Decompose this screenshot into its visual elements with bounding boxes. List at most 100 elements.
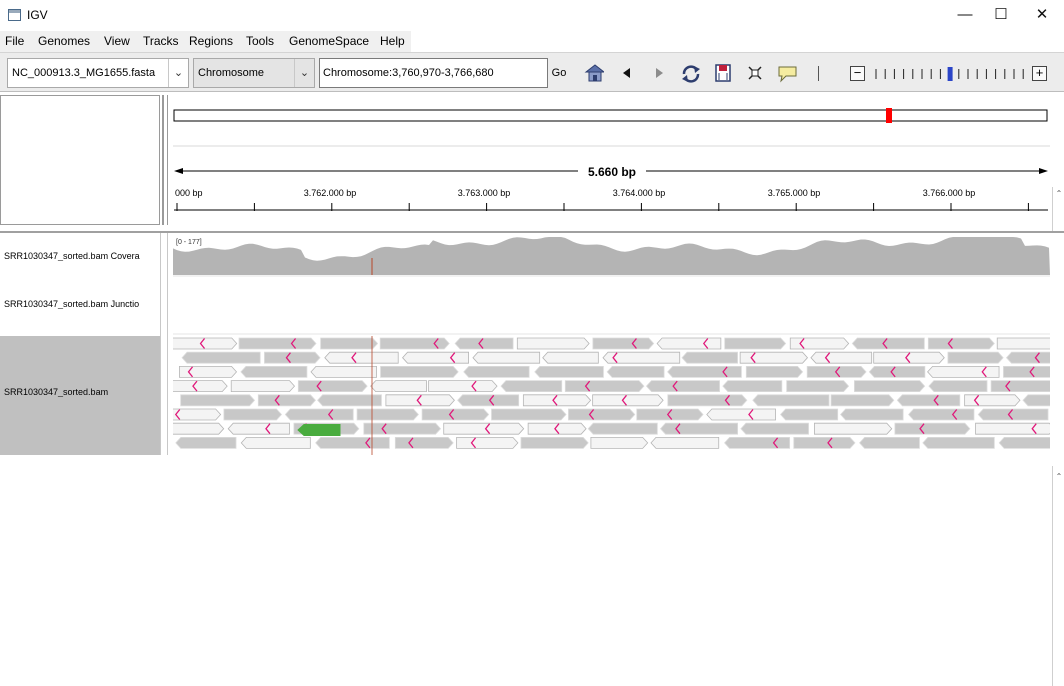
alignment-read[interactable] bbox=[681, 351, 738, 364]
alignment-read[interactable] bbox=[457, 394, 520, 407]
alignment-read[interactable] bbox=[380, 366, 459, 378]
chromosome-dropdown[interactable]: Chromosome ⌄ bbox=[193, 58, 315, 88]
alignment-read[interactable] bbox=[173, 408, 222, 421]
alignment-read[interactable] bbox=[645, 380, 720, 392]
scroll-up-icon[interactable]: ⌃ bbox=[1054, 189, 1064, 198]
alignment-read[interactable] bbox=[786, 380, 850, 392]
popup-icon[interactable] bbox=[777, 64, 797, 84]
alignment-read[interactable] bbox=[656, 337, 722, 350]
alignment-read[interactable] bbox=[238, 337, 317, 350]
alignment-read[interactable] bbox=[564, 380, 645, 392]
alignment-read[interactable] bbox=[443, 422, 525, 435]
alignment-read[interactable] bbox=[257, 394, 316, 407]
alignment-read[interactable] bbox=[310, 366, 377, 378]
alignment-read[interactable] bbox=[667, 366, 742, 378]
selected-read[interactable] bbox=[297, 424, 341, 436]
alignment-read[interactable] bbox=[542, 351, 599, 364]
alignment-read[interactable] bbox=[363, 422, 442, 435]
alignment-read[interactable] bbox=[814, 422, 893, 435]
alignment-read[interactable] bbox=[745, 366, 804, 378]
panel-divider[interactable] bbox=[162, 95, 164, 225]
alignment-read[interactable] bbox=[284, 408, 354, 421]
menu-tools[interactable]: Tools bbox=[246, 34, 274, 48]
refresh-icon[interactable] bbox=[680, 63, 700, 83]
alignment-read[interactable] bbox=[428, 380, 498, 392]
scroll-up-icon[interactable]: ⌃ bbox=[1054, 472, 1064, 481]
zoom-slider-thumb[interactable] bbox=[947, 67, 953, 81]
menu-file[interactable]: File bbox=[5, 34, 24, 48]
alignment-read[interactable] bbox=[636, 408, 704, 421]
alignment-read[interactable] bbox=[500, 380, 563, 392]
alignment-read[interactable] bbox=[724, 437, 791, 449]
alignment-read[interactable] bbox=[927, 366, 1000, 378]
alignment-read[interactable] bbox=[606, 366, 665, 378]
alignment-read[interactable] bbox=[264, 351, 321, 364]
alignment-read[interactable] bbox=[706, 408, 776, 421]
chromosome-ideogram[interactable] bbox=[173, 109, 1048, 122]
alignment-read[interactable] bbox=[590, 437, 649, 449]
alignment-read[interactable] bbox=[739, 351, 809, 364]
alignment-read[interactable] bbox=[472, 351, 541, 364]
alignment-read[interactable] bbox=[175, 437, 237, 449]
junction-track-name[interactable]: SRR1030347_sorted.bam Junctio bbox=[4, 299, 160, 309]
roi-icon[interactable] bbox=[714, 63, 734, 83]
alignment-read[interactable] bbox=[752, 394, 830, 407]
alignment-read[interactable] bbox=[854, 380, 926, 392]
minimize-button[interactable]: — bbox=[950, 4, 980, 26]
alignment-read[interactable] bbox=[173, 422, 225, 435]
alignment-read[interactable] bbox=[602, 351, 681, 364]
alignment-read[interactable] bbox=[840, 408, 904, 421]
back-icon[interactable] bbox=[620, 64, 640, 84]
menu-regions[interactable]: Regions bbox=[189, 34, 233, 48]
zoom-slider[interactable] bbox=[873, 67, 1028, 81]
alignment-read[interactable] bbox=[320, 337, 379, 350]
alignment-read[interactable] bbox=[522, 394, 592, 407]
alignment-read[interactable] bbox=[928, 380, 988, 392]
alignment-read[interactable] bbox=[223, 408, 283, 421]
alignment-read[interactable] bbox=[1003, 366, 1050, 378]
zoom-in-button[interactable]: + bbox=[1032, 66, 1047, 81]
alignment-read[interactable] bbox=[230, 380, 296, 392]
coverage-track-name[interactable]: SRR1030347_sorted.bam Covera bbox=[4, 251, 160, 261]
alignment-read[interactable] bbox=[181, 351, 261, 364]
alignment-read[interactable] bbox=[456, 437, 519, 449]
alignment-read[interactable] bbox=[740, 422, 809, 435]
alignment-read[interactable] bbox=[1005, 351, 1050, 364]
alignment-read[interactable] bbox=[964, 394, 1021, 407]
alignment-read[interactable] bbox=[173, 380, 228, 392]
menu-view[interactable]: View bbox=[104, 34, 130, 48]
alignment-read[interactable] bbox=[568, 408, 636, 421]
alignment-read[interactable] bbox=[667, 394, 748, 407]
alignment-read[interactable] bbox=[927, 337, 995, 350]
alignment-read[interactable] bbox=[894, 422, 971, 435]
alignment-read[interactable] bbox=[659, 422, 739, 435]
alignment-read[interactable] bbox=[789, 337, 850, 350]
alignment-read[interactable] bbox=[379, 337, 450, 350]
alignment-read[interactable] bbox=[491, 408, 567, 421]
track-data-area[interactable]: [0 - 177] bbox=[173, 233, 1050, 455]
alignment-read[interactable] bbox=[975, 422, 1050, 435]
locus-search-input[interactable] bbox=[319, 58, 548, 88]
ruler-panel[interactable]: 5.660 bp 000 bp 3.762.000 bp 3.763.000 bp 3… bbox=[173, 93, 1050, 228]
alignment-read[interactable] bbox=[793, 437, 856, 449]
alignment-track-name[interactable]: SRR1030347_sorted.bam bbox=[4, 387, 160, 397]
alignment-read[interactable] bbox=[394, 437, 454, 449]
menu-tracks[interactable]: Tracks bbox=[143, 34, 179, 48]
alignment-read[interactable] bbox=[527, 422, 587, 435]
alignment-read[interactable] bbox=[977, 408, 1049, 421]
alignment-read[interactable] bbox=[990, 380, 1050, 392]
alignment-read[interactable] bbox=[996, 337, 1050, 350]
alignment-read[interactable] bbox=[463, 366, 530, 378]
alignment-read[interactable] bbox=[297, 380, 368, 392]
alignment-read[interactable] bbox=[947, 351, 1004, 364]
forward-icon[interactable] bbox=[652, 64, 672, 84]
close-button[interactable]: ✕ bbox=[1027, 4, 1057, 26]
alignment-read[interactable] bbox=[315, 437, 390, 449]
alignment-read[interactable] bbox=[810, 351, 873, 364]
alignment-read[interactable] bbox=[908, 408, 975, 421]
menu-genomespace[interactable]: GenomeSpace bbox=[289, 34, 369, 48]
alignment-read[interactable] bbox=[592, 337, 655, 350]
alignment-read[interactable] bbox=[650, 437, 720, 449]
resize-icon[interactable] bbox=[746, 64, 766, 84]
alignment-reads[interactable] bbox=[173, 336, 1050, 455]
